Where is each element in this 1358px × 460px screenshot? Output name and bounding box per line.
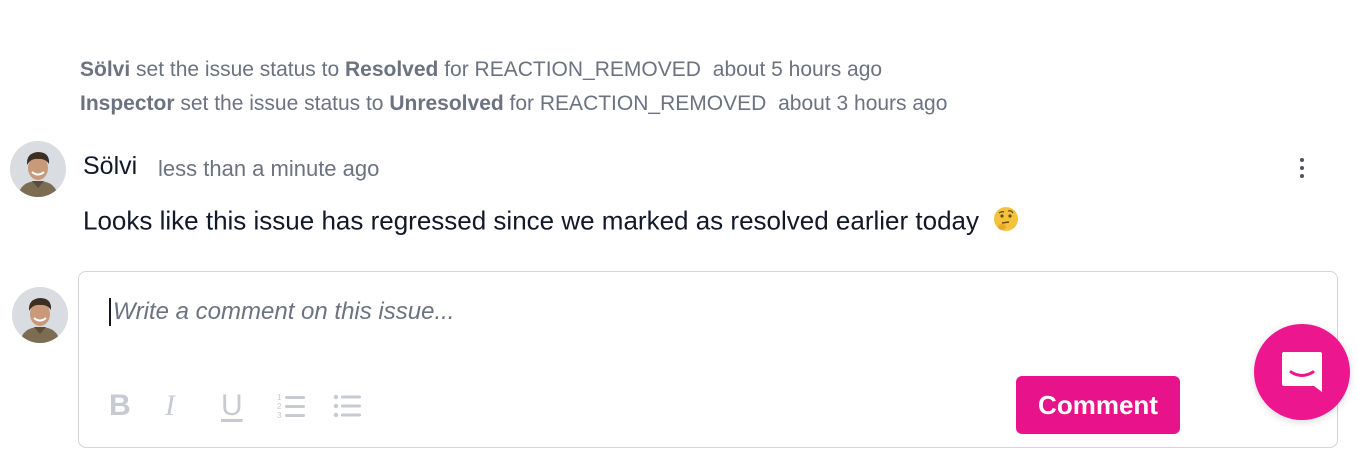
activity-text: set the issue status to <box>180 92 384 115</box>
thinking-face-icon <box>992 205 1020 240</box>
italic-icon[interactable]: I <box>165 390 221 422</box>
comment-composer: B I U 1 2 3 Comment <box>78 271 1338 448</box>
avatar-person-icon <box>10 141 66 197</box>
activity-status: Unresolved <box>389 92 504 115</box>
comment-body: Looks like this issue has regressed sinc… <box>83 205 1020 240</box>
avatar <box>10 141 66 197</box>
more-options-button[interactable] <box>1288 154 1316 186</box>
underline-icon[interactable]: U <box>221 390 277 422</box>
activity-suffix: for REACTION_REMOVED <box>509 92 767 115</box>
activity-entry: Inspector set the issue status to Unreso… <box>80 92 947 116</box>
svg-text:2: 2 <box>277 402 282 411</box>
comment-time: less than a minute ago <box>158 156 380 181</box>
bullet-list-icon[interactable] <box>333 390 389 422</box>
svg-text:1: 1 <box>277 393 282 402</box>
activity-status: Resolved <box>344 58 439 81</box>
svg-text:3: 3 <box>277 411 282 420</box>
comment-text: Looks like this issue has regressed sinc… <box>83 205 979 236</box>
activity-time: about 3 hours ago <box>778 92 948 115</box>
activity-suffix: for REACTION_REMOVED <box>444 58 701 81</box>
activity-time: about 5 hours ago <box>712 58 883 81</box>
avatar-person-icon <box>12 287 68 343</box>
chat-icon <box>1282 352 1322 392</box>
comment-author: Sölvi <box>83 152 138 180</box>
ordered-list-icon[interactable]: 1 2 3 <box>277 390 333 422</box>
more-dot <box>1300 174 1304 178</box>
bold-icon[interactable]: B <box>109 390 165 422</box>
activity-text: set the issue status to <box>136 58 340 81</box>
chat-launcher-button[interactable] <box>1254 324 1350 420</box>
avatar <box>12 287 68 343</box>
activity-actor: Inspector <box>80 92 175 115</box>
comment-input[interactable] <box>109 298 1013 326</box>
formatting-toolbar: B I U 1 2 3 <box>109 390 389 422</box>
activity-entry: Sölvi set the issue status to Resolved f… <box>80 58 882 82</box>
activity-actor: Sölvi <box>80 58 131 81</box>
more-dot <box>1300 166 1304 170</box>
more-dot <box>1300 158 1304 162</box>
comment-submit-button[interactable]: Comment <box>1016 376 1180 434</box>
